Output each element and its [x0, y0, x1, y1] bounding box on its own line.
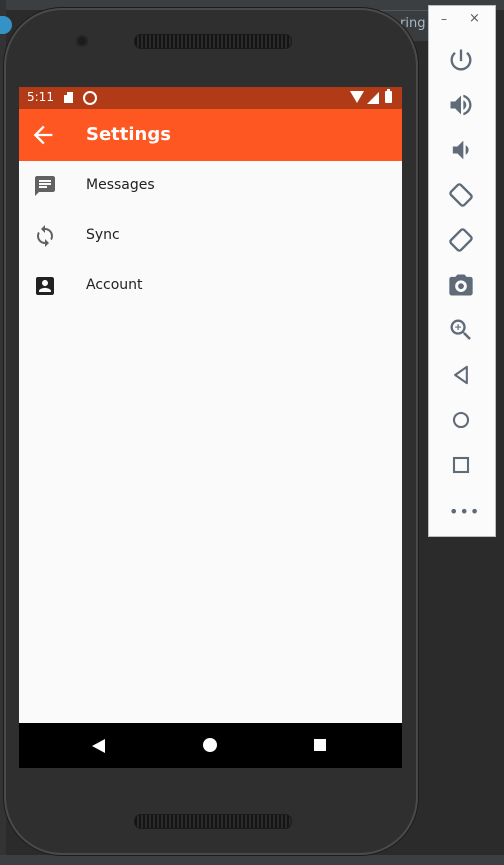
- navigation-bar: [19, 723, 402, 768]
- status-bar: 5:11: [19, 87, 402, 109]
- settings-item-label: Messages: [86, 177, 155, 193]
- sync-icon: [33, 224, 57, 248]
- volume-down-icon[interactable]: [447, 136, 475, 164]
- device-screen: 5:11 Settings Messages Sync Account: [19, 87, 402, 768]
- power-icon[interactable]: [447, 46, 475, 74]
- rotate-left-icon[interactable]: [447, 181, 475, 209]
- account-box-icon: [33, 274, 57, 298]
- home-icon[interactable]: [447, 406, 475, 434]
- back-triangle-icon[interactable]: [92, 738, 106, 753]
- overview-square-icon[interactable]: [314, 739, 326, 751]
- emulator-phone-frame: 5:11 Settings Messages Sync Account: [4, 8, 418, 855]
- emulator-toolbar: – × •••: [428, 5, 496, 537]
- message-icon: [33, 174, 57, 198]
- sd-card-icon: [63, 91, 73, 103]
- front-camera: [76, 35, 88, 47]
- ide-logo: [0, 16, 12, 34]
- signal-icon: [367, 92, 379, 104]
- overview-icon[interactable]: [447, 451, 475, 479]
- ide-bottom-bar: [0, 855, 504, 865]
- settings-item-messages[interactable]: Messages: [19, 161, 402, 211]
- app-bar: Settings: [19, 109, 402, 161]
- home-circle-icon[interactable]: [203, 738, 217, 752]
- rotate-right-icon[interactable]: [447, 226, 475, 254]
- page-title: Settings: [86, 124, 171, 145]
- data-saver-icon: [83, 91, 97, 105]
- settings-item-label: Sync: [86, 227, 120, 243]
- more-options-icon[interactable]: •••: [449, 502, 480, 521]
- arrow-back-icon[interactable]: [29, 121, 57, 149]
- top-speaker: [134, 34, 292, 49]
- wifi-icon: [350, 91, 364, 103]
- settings-item-account[interactable]: Account: [19, 261, 402, 311]
- zoom-in-icon[interactable]: [447, 316, 475, 344]
- minimize-button[interactable]: –: [441, 12, 447, 26]
- camera-icon[interactable]: [447, 271, 475, 299]
- settings-item-label: Account: [86, 277, 143, 293]
- bottom-speaker: [134, 814, 292, 829]
- settings-item-sync[interactable]: Sync: [19, 211, 402, 261]
- battery-icon: [385, 89, 392, 103]
- status-time: 5:11: [27, 90, 54, 104]
- back-icon[interactable]: [447, 361, 475, 389]
- close-button[interactable]: ×: [469, 11, 480, 26]
- volume-up-icon[interactable]: [447, 91, 475, 119]
